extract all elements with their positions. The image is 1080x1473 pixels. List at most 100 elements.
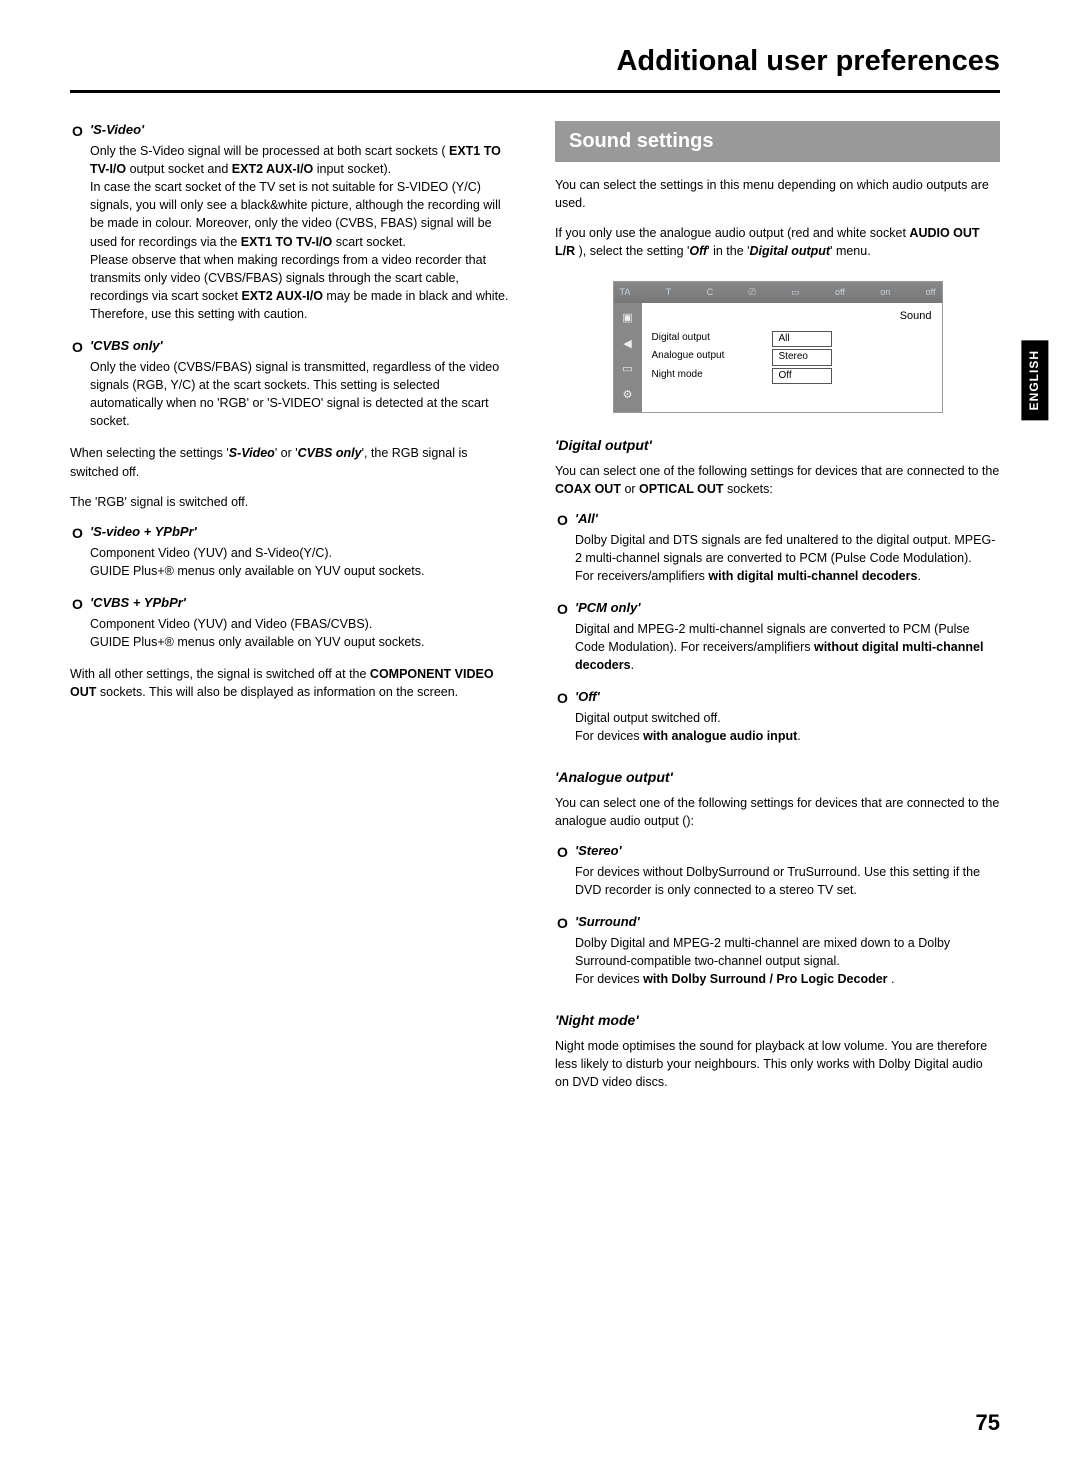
text: Night mode optimises the sound for playb…	[555, 1037, 1000, 1091]
text: ' menu.	[830, 244, 871, 258]
option-title: 'Off'	[575, 689, 600, 704]
text: Dolby Digital and DTS signals are fed un…	[575, 531, 1000, 567]
option-s-video: O 'S-Video' Only the S-Video signal will…	[70, 121, 515, 323]
osd-top-item: T	[666, 286, 672, 299]
text: or	[621, 482, 639, 496]
settings-icon: ⚙	[623, 388, 633, 404]
text: scart socket.	[332, 235, 406, 249]
term: S-Video	[229, 446, 275, 460]
text: ' in the '	[707, 244, 749, 258]
bullet-icon: O	[555, 510, 575, 585]
text: Component Video (YUV) and Video (FBAS/CV…	[90, 615, 515, 633]
bullet-icon: O	[70, 121, 90, 323]
subheading-analogue-output: 'Analogue output'	[555, 767, 1000, 787]
text: Digital output switched off.	[575, 709, 1000, 727]
term: EXT2 AUX-I/O	[232, 162, 314, 176]
osd-top-item: ▭	[791, 286, 800, 299]
option-cvbs-ypbpr: O 'CVBS + YPbPr' Component Video (YUV) a…	[70, 594, 515, 651]
option-title: 'CVBS + YPbPr'	[90, 595, 186, 610]
osd-row: Analogue output Stereo	[652, 349, 932, 366]
record-icon: ▭	[622, 362, 632, 378]
text: Only the video (CVBS/FBAS) signal is tra…	[90, 358, 515, 431]
osd-value: Off	[772, 368, 832, 385]
text: output socket and	[126, 162, 232, 176]
term: EXT1 TO TV-I/O	[241, 235, 332, 249]
text: With all other settings, the signal is s…	[70, 667, 370, 681]
option-title: 'All'	[575, 511, 598, 526]
speaker-icon: ◀	[623, 337, 631, 353]
osd-value: Stereo	[772, 349, 832, 366]
text: .	[888, 972, 895, 986]
text: For devices	[575, 729, 643, 743]
term: CVBS only	[298, 446, 362, 460]
term: Digital output	[750, 244, 831, 258]
text: Only the S-Video signal will be processe…	[90, 144, 449, 158]
right-column: Sound settings You can select the settin…	[555, 121, 1000, 1103]
bullet-icon: O	[555, 688, 575, 745]
language-tab: ENGLISH	[1021, 340, 1048, 420]
text: For devices without DolbySurround or Tru…	[575, 863, 1000, 899]
text: GUIDE Plus+® menus only available on YUV…	[90, 633, 515, 651]
bullet-icon: O	[555, 599, 575, 674]
bullet-icon: O	[70, 337, 90, 430]
page-title: Additional user preferences	[70, 40, 1000, 93]
text: When selecting the settings '	[70, 446, 229, 460]
option-title: 'CVBS only'	[90, 338, 163, 353]
option-title: 'Stereo'	[575, 843, 622, 858]
bullet-icon: O	[555, 842, 575, 899]
text: If you only use the analogue audio outpu…	[555, 226, 909, 240]
osd-label: Digital output	[652, 331, 772, 348]
term: with analogue audio input	[643, 729, 797, 743]
option-surround: O 'Surround' Dolby Digital and MPEG-2 mu…	[555, 913, 1000, 988]
bullet-icon: O	[555, 913, 575, 988]
term: EXT2 AUX-I/O	[241, 289, 323, 303]
osd-top-item: off	[835, 286, 845, 299]
osd-row: Night mode Off	[652, 368, 932, 385]
text: The 'RGB' signal is switched off.	[70, 493, 515, 511]
option-title: 'S-video + YPbPr'	[90, 524, 197, 539]
term: COAX OUT	[555, 482, 621, 496]
text: GUIDE Plus+® menus only available on YUV…	[90, 562, 515, 580]
text: .	[917, 569, 920, 583]
osd-label: Analogue output	[652, 349, 772, 366]
term: OPTICAL OUT	[639, 482, 724, 496]
bullet-icon: O	[70, 523, 90, 580]
text: ), select the setting '	[575, 244, 689, 258]
osd-label: Night mode	[652, 368, 772, 385]
option-off: O 'Off' Digital output switched off. For…	[555, 688, 1000, 745]
osd-topbar: TA T C ⎚ ▭ off on off	[614, 282, 942, 303]
subheading-night-mode: 'Night mode'	[555, 1010, 1000, 1030]
left-column: O 'S-Video' Only the S-Video signal will…	[70, 121, 515, 1103]
osd-row: Digital output All	[652, 331, 932, 348]
term: Off	[689, 244, 707, 258]
content-columns: O 'S-Video' Only the S-Video signal will…	[70, 121, 1000, 1103]
option-title: 'Surround'	[575, 914, 640, 929]
text: For devices	[575, 972, 643, 986]
osd-top-item: on	[880, 286, 890, 299]
option-all: O 'All' Dolby Digital and DTS signals ar…	[555, 510, 1000, 585]
osd-top-item: C	[707, 286, 714, 299]
text: You can select one of the following sett…	[555, 794, 1000, 830]
text: .	[797, 729, 800, 743]
term: with Dolby Surround / Pro Logic Decoder	[643, 972, 887, 986]
option-svideo-ypbpr: O 'S-video + YPbPr' Component Video (YUV…	[70, 523, 515, 580]
bullet-icon: O	[70, 594, 90, 651]
text: Component Video (YUV) and S-Video(Y/C).	[90, 544, 515, 562]
option-title: 'PCM only'	[575, 600, 640, 615]
osd-top-item: TA	[620, 286, 631, 299]
text: sockets:	[724, 482, 773, 496]
option-title: 'S-Video'	[90, 122, 144, 137]
option-cvbs-only: O 'CVBS only' Only the video (CVBS/FBAS)…	[70, 337, 515, 430]
text: may be made in black and white.	[323, 289, 509, 303]
osd-top-item: ⎚	[749, 286, 756, 299]
option-pcm-only: O 'PCM only' Digital and MPEG-2 multi-ch…	[555, 599, 1000, 674]
text: sockets. This will also be displayed as …	[96, 685, 458, 699]
page-number: 75	[976, 1407, 1000, 1439]
option-stereo: O 'Stereo' For devices without DolbySurr…	[555, 842, 1000, 899]
text: Dolby Digital and MPEG-2 multi-channel a…	[575, 934, 1000, 970]
text: ' or '	[275, 446, 298, 460]
tv-icon: ▣	[622, 311, 632, 327]
osd-top-item: off	[926, 286, 936, 299]
osd-sidebar: ▣ ◀ ▭ ⚙	[614, 303, 642, 413]
osd-title: Sound	[652, 309, 932, 325]
